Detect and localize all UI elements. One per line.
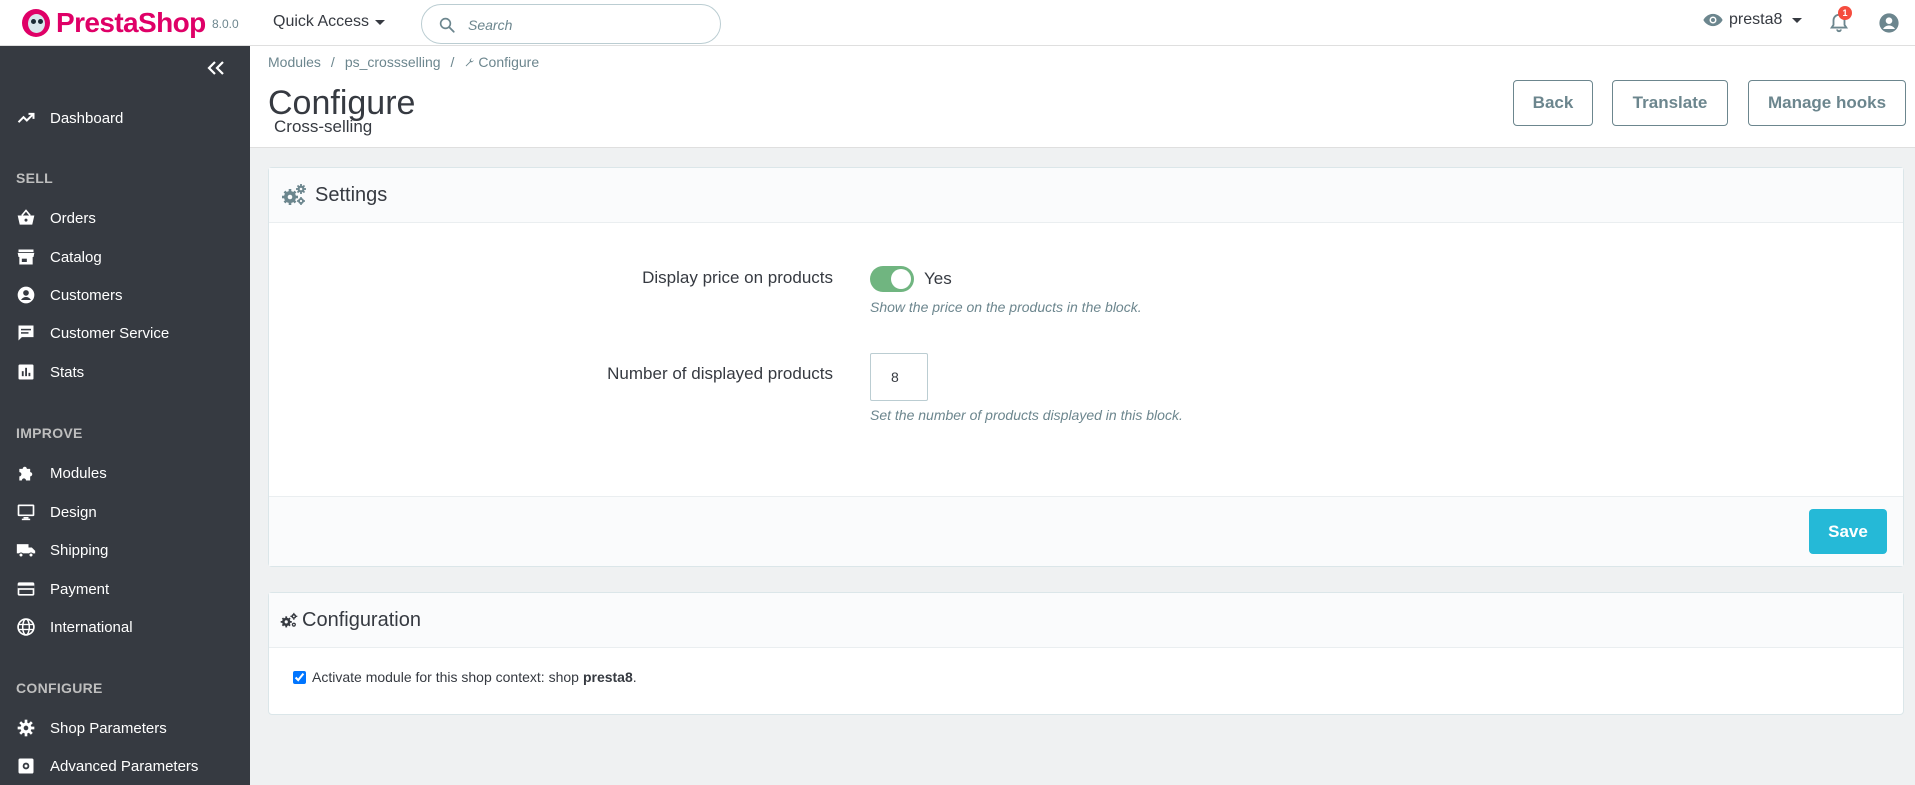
quick-access-dropdown[interactable]: Quick Access <box>273 13 386 31</box>
manage-hooks-button[interactable]: Manage hooks <box>1748 80 1906 126</box>
settings-applications-icon <box>18 758 34 774</box>
activate-module-text: Activate module for this shop context: s… <box>312 669 579 685</box>
sidebar-item-label: Customer Service <box>50 324 170 342</box>
wrench-icon <box>466 57 475 66</box>
sidebar-item-label: Design <box>50 503 97 521</box>
sidebar-item-label: Modules <box>50 464 107 482</box>
quick-access-label: Quick Access <box>273 13 370 30</box>
sidebar-item-label: Payment <box>50 580 110 598</box>
section-sell: SELL <box>16 170 53 186</box>
sidebar-item-international[interactable]: International <box>0 610 250 644</box>
translate-button[interactable]: Translate <box>1612 80 1728 126</box>
breadcrumb: Modules / ps_crossselling / Configure <box>268 54 539 70</box>
sidebar-item-stats[interactable]: Stats <box>0 355 250 389</box>
sidebar-item-design[interactable]: Design <box>0 495 250 529</box>
settings-panel-footer: Save <box>269 496 1903 566</box>
shop-name: presta8 <box>582 669 633 685</box>
eye-icon <box>1703 13 1723 27</box>
configuration-panel: Configuration Activate module for this s… <box>268 592 1904 715</box>
breadcrumb-modules[interactable]: Modules <box>268 54 321 70</box>
sidebar-item-label: Shop Parameters <box>50 719 167 737</box>
credit-card-icon <box>17 582 35 596</box>
sidebar-item-label: Dashboard <box>50 109 124 127</box>
top-navbar: PrestaShop 8.0.0 Quick Access presta8 1 <box>0 0 1915 46</box>
sidebar-item-label: Catalog <box>50 248 102 266</box>
truck-icon <box>16 544 36 558</box>
sidebar-item-customer-service[interactable]: Customer Service <box>0 316 250 350</box>
breadcrumb-separator: / <box>330 54 335 70</box>
breadcrumb-current: Configure <box>478 54 540 70</box>
caret-down-icon <box>375 19 386 25</box>
chat-icon <box>18 325 34 341</box>
prestashop-logo[interactable]: PrestaShop <box>22 7 206 39</box>
display-price-toggle[interactable] <box>870 266 914 292</box>
desktop-icon <box>17 504 35 521</box>
section-configure: CONFIGURE <box>16 680 103 696</box>
settings-panel-header: Settings <box>269 168 1903 223</box>
sidebar-item-modules[interactable]: Modules <box>0 456 250 490</box>
sidebar-item-label: Customers <box>50 286 123 304</box>
globe-icon <box>17 618 35 636</box>
notification-badge: 1 <box>1838 6 1852 20</box>
sidebar-item-catalog[interactable]: Catalog <box>0 240 250 274</box>
activate-module-suffix: . <box>632 669 637 685</box>
settings-panel: Settings Display price on products Yes S… <box>268 167 1904 567</box>
gear-icon <box>17 719 35 737</box>
account-icon[interactable] <box>1878 12 1900 34</box>
num-products-input[interactable] <box>870 353 928 401</box>
sidebar-item-customers[interactable]: Customers <box>0 278 250 312</box>
collapse-sidebar-icon[interactable] <box>206 60 226 76</box>
version-label: 8.0.0 <box>212 17 239 31</box>
activate-module-checkbox[interactable] <box>293 670 306 684</box>
caret-down-icon <box>1792 17 1803 23</box>
bar-chart-icon <box>18 364 34 380</box>
num-products-label: Number of displayed products <box>607 364 833 383</box>
shop-name-label: presta8 <box>1729 11 1783 28</box>
brand-name: PrestaShop <box>56 7 206 38</box>
puffin-logo-icon <box>22 9 50 37</box>
puzzle-icon <box>19 466 33 481</box>
settings-panel-title: Settings <box>315 183 388 206</box>
trending-up-icon <box>17 112 35 123</box>
search-icon[interactable] <box>438 16 456 34</box>
search-input[interactable] <box>468 14 698 36</box>
sidebar-item-label: Stats <box>50 363 85 381</box>
breadcrumb-separator: / <box>450 54 455 70</box>
page-subtitle: Cross-selling <box>274 117 373 136</box>
sidebar-item-orders[interactable]: Orders <box>0 201 250 235</box>
account-circle-icon <box>17 286 35 304</box>
display-price-label: Display price on products <box>642 268 833 287</box>
sidebar-item-advanced-parameters[interactable]: Advanced Parameters <box>0 749 250 783</box>
view-shop-dropdown[interactable]: presta8 <box>1702 11 1803 29</box>
num-products-help: Set the number of products displayed in … <box>870 407 1183 423</box>
shopping-basket-icon <box>17 209 35 225</box>
back-button[interactable]: Back <box>1513 80 1593 126</box>
sidebar-item-dashboard[interactable]: Dashboard <box>0 101 250 135</box>
sidebar-item-label: International <box>50 618 133 636</box>
sidebar-item-label: Shipping <box>50 541 109 559</box>
save-button[interactable]: Save <box>1809 509 1887 554</box>
sidebar-item-label: Advanced Parameters <box>50 757 199 775</box>
display-price-help: Show the price on the products in the bl… <box>870 299 1142 315</box>
activate-module-row[interactable]: Activate module for this shop context: s… <box>293 669 637 685</box>
cogs-icon <box>280 612 298 627</box>
display-price-value: Yes <box>924 269 952 288</box>
sidebar-item-shop-parameters[interactable]: Shop Parameters <box>0 711 250 745</box>
sidebar-item-label: Orders <box>50 209 96 227</box>
breadcrumb-module-name[interactable]: ps_crossselling <box>345 54 441 70</box>
sidebar-nav: Dashboard SELL Orders Catalog Customers … <box>0 46 250 785</box>
sidebar-item-shipping[interactable]: Shipping <box>0 533 250 567</box>
sidebar-item-payment[interactable]: Payment <box>0 572 250 606</box>
cogs-icon <box>282 184 306 205</box>
search-box <box>421 4 721 44</box>
configuration-panel-header: Configuration <box>269 593 1903 648</box>
section-improve: IMPROVE <box>16 425 83 441</box>
configuration-panel-title: Configuration <box>302 608 421 631</box>
store-icon <box>17 249 35 265</box>
